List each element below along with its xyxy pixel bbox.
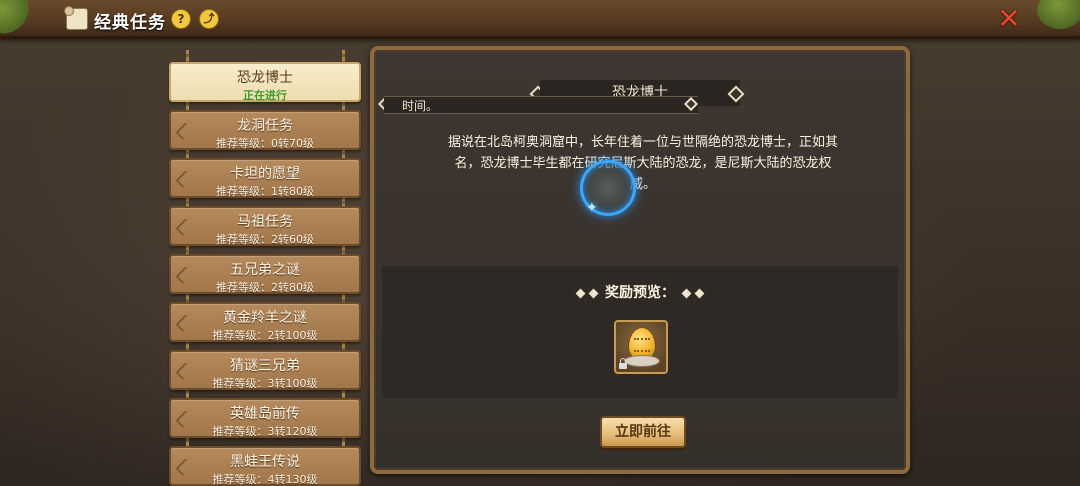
quest-level: 推荐等级：2转80级 xyxy=(216,281,314,294)
quest-detail-panel: 恐龙博士 时间。 据说在北岛柯奥洞窟中，长年住着一位与世隔绝的恐龙博士，正如其名… xyxy=(370,46,910,474)
close-icon: ✕ xyxy=(997,2,1021,35)
ornament-icon xyxy=(575,288,586,298)
quest-level: 推荐等级：1转80级 xyxy=(216,185,314,198)
share-icon: ⤴ xyxy=(203,12,215,25)
ornament-icon xyxy=(681,288,692,298)
window-title: 经典任务 xyxy=(94,13,166,33)
top-header-bar: 经典任务 ? ⤴ ✕ xyxy=(0,0,1080,39)
quest-name: 黄金羚羊之谜 xyxy=(223,310,307,326)
quest-level: 推荐等级：2转100级 xyxy=(212,329,318,342)
scroll-icon xyxy=(64,6,88,30)
quest-status: 正在进行 xyxy=(243,89,287,102)
quest-level: 推荐等级：3转120级 xyxy=(212,425,318,438)
quest-item-dinosaur-doctor[interactable]: 恐龙博士 正在进行 xyxy=(169,62,361,102)
quest-name: 五兄弟之谜 xyxy=(230,262,300,278)
quest-level: 推荐等级：2转60级 xyxy=(216,233,314,246)
quest-item[interactable]: 猜谜三兄弟 推荐等级：3转100级 xyxy=(169,350,361,390)
quest-item[interactable]: 五兄弟之谜 推荐等级：2转80级 xyxy=(169,254,361,294)
quest-item[interactable]: 卡坦的愿望 推荐等级：1转80级 xyxy=(169,158,361,198)
quest-level: 推荐等级：0转70级 xyxy=(216,137,314,150)
close-button[interactable]: ✕ xyxy=(996,5,1022,33)
lock-icon xyxy=(619,358,627,369)
quest-level: 推荐等级：3转100级 xyxy=(212,377,318,390)
sparkle-icon: ✦ xyxy=(586,200,598,216)
quest-name: 恐龙博士 xyxy=(237,70,293,86)
quest-name: 黑蛙王传说 xyxy=(230,454,300,470)
ornament-icon xyxy=(694,288,705,298)
reward-preview-section: 奖励预览： xyxy=(382,266,898,398)
help-button[interactable]: ? xyxy=(171,9,191,29)
leaf-decoration-right xyxy=(1030,0,1080,39)
quest-description: 据说在北岛柯奥洞窟中，长年住着一位与世隔绝的恐龙博士，正如其名，恐龙博士毕生都在… xyxy=(448,135,839,192)
reward-item-slot[interactable] xyxy=(614,320,668,374)
quest-name: 卡坦的愿望 xyxy=(230,166,300,182)
quest-item[interactable]: 英雄岛前传 推荐等级：3转120级 xyxy=(169,398,361,438)
quest-item[interactable]: 黄金羚羊之谜 推荐等级：2转100级 xyxy=(169,302,361,342)
quest-item[interactable]: 马祖任务 推荐等级：2转60级 xyxy=(169,206,361,246)
reward-preview-heading: 奖励预览： xyxy=(382,282,898,302)
ornament-icon xyxy=(588,288,599,298)
quest-name: 英雄岛前传 xyxy=(230,406,300,422)
quest-list: 恐龙博士 正在进行 龙洞任务 推荐等级：0转70级 卡坦的愿望 推荐等级：1转8… xyxy=(164,50,366,486)
leaf-decoration-left xyxy=(0,0,36,39)
quest-item[interactable]: 黑蛙王传说 推荐等级：4转130级 xyxy=(169,446,361,486)
share-button[interactable]: ⤴ xyxy=(199,9,219,29)
quest-name: 马祖任务 xyxy=(237,214,293,230)
tooltip-banner: 时间。 xyxy=(384,96,698,114)
go-now-button[interactable]: 立即前往 xyxy=(600,416,686,448)
quest-screen: 经典任务 ? ⤴ ✕ 恐龙博士 正在进行 龙洞任务 推荐等级：0转70级 卡坦的… xyxy=(0,0,1080,486)
quest-level: 推荐等级：4转130级 xyxy=(212,473,318,486)
quest-name: 龙洞任务 xyxy=(237,118,293,134)
reward-preview-label: 奖励预览： xyxy=(605,285,675,301)
nest-icon xyxy=(625,356,659,366)
quest-item[interactable]: 龙洞任务 推荐等级：0转70级 xyxy=(169,110,361,150)
quest-name: 猜谜三兄弟 xyxy=(230,358,300,374)
